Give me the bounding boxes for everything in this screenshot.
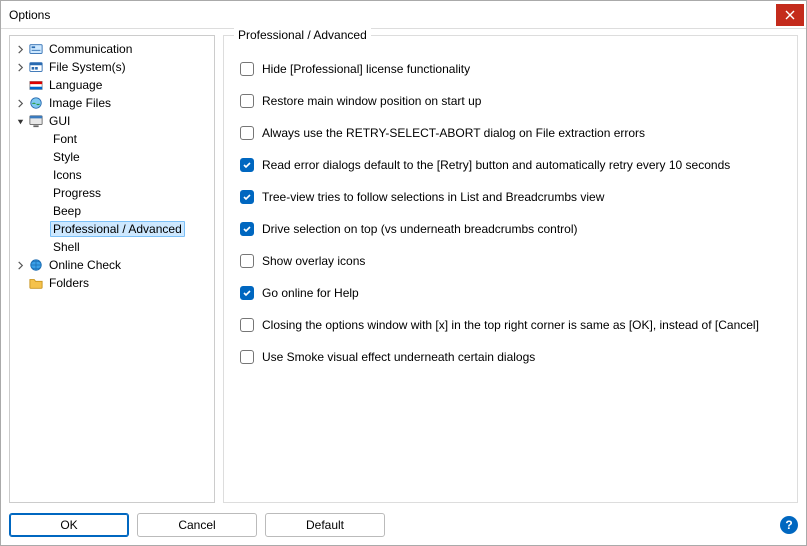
lang-icon xyxy=(28,77,44,93)
tree-item-label: Image Files xyxy=(46,95,114,111)
tree-item-label: Progress xyxy=(50,185,104,201)
close-button[interactable] xyxy=(776,4,804,26)
option-row: Use Smoke visual effect underneath certa… xyxy=(240,350,781,364)
fieldset-legend: Professional / Advanced xyxy=(234,28,371,42)
option-row: Show overlay icons xyxy=(240,254,781,268)
tree-item-shell[interactable]: Shell xyxy=(10,238,214,256)
option-label: Drive selection on top (vs underneath br… xyxy=(262,222,578,236)
comm-icon xyxy=(28,41,44,57)
settings-panel: Professional / Advanced Hide [Profession… xyxy=(223,35,798,503)
option-label: Restore main window position on start up xyxy=(262,94,481,108)
checkbox[interactable] xyxy=(240,158,254,172)
tree-item-label: Shell xyxy=(50,239,83,255)
tree-item-online-check[interactable]: Online Check xyxy=(10,256,214,274)
cancel-button[interactable]: Cancel xyxy=(137,513,257,537)
checkbox[interactable] xyxy=(240,94,254,108)
title-bar: Options xyxy=(1,1,806,29)
checkbox[interactable] xyxy=(240,254,254,268)
imgfiles-icon xyxy=(28,95,44,111)
help-icon[interactable]: ? xyxy=(780,516,798,534)
tree-item-label: Icons xyxy=(50,167,85,183)
chevron-right-icon[interactable] xyxy=(14,61,26,73)
chevron-right-icon[interactable] xyxy=(14,259,26,271)
tree-item-style[interactable]: Style xyxy=(10,148,214,166)
option-row: Go online for Help xyxy=(240,286,781,300)
tree-item-label: Communication xyxy=(46,41,135,57)
option-row: Tree-view tries to follow selections in … xyxy=(240,190,781,204)
checkbox[interactable] xyxy=(240,222,254,236)
tree-item-font[interactable]: Font xyxy=(10,130,214,148)
tree-item-folders[interactable]: Folders xyxy=(10,274,214,292)
tree-item-file-system-s[interactable]: File System(s) xyxy=(10,58,214,76)
tree-item-beep[interactable]: Beep xyxy=(10,202,214,220)
checkbox[interactable] xyxy=(240,62,254,76)
tree-item-label: Beep xyxy=(50,203,84,219)
tree-item-label: Style xyxy=(50,149,83,165)
tree-item-label: Language xyxy=(46,77,105,93)
tree-item-icons[interactable]: Icons xyxy=(10,166,214,184)
checkbox[interactable] xyxy=(240,190,254,204)
tree-item-professional-advanced[interactable]: Professional / Advanced xyxy=(10,220,214,238)
tree-item-label: Folders xyxy=(46,275,92,291)
option-label: Go online for Help xyxy=(262,286,359,300)
check-icon xyxy=(242,288,252,298)
checkbox[interactable] xyxy=(240,126,254,140)
option-label: Hide [Professional] license functionalit… xyxy=(262,62,470,76)
option-row: Closing the options window with [x] in t… xyxy=(240,318,781,332)
check-icon xyxy=(242,224,252,234)
option-row: Drive selection on top (vs underneath br… xyxy=(240,222,781,236)
gui-icon xyxy=(28,113,44,129)
tree-item-language[interactable]: Language xyxy=(10,76,214,94)
option-row: Read error dialogs default to the [Retry… xyxy=(240,158,781,172)
checkbox[interactable] xyxy=(240,286,254,300)
window-title: Options xyxy=(9,8,50,22)
option-label: Use Smoke visual effect underneath certa… xyxy=(262,350,535,364)
checkbox[interactable] xyxy=(240,318,254,332)
option-row: Restore main window position on start up xyxy=(240,94,781,108)
tree-item-gui[interactable]: GUI xyxy=(10,112,214,130)
category-tree[interactable]: Communication File System(s) Language Image… xyxy=(9,35,215,503)
check-icon xyxy=(242,192,252,202)
tree-item-image-files[interactable]: Image Files xyxy=(10,94,214,112)
tree-item-label: Online Check xyxy=(46,257,124,273)
chevron-down-icon[interactable] xyxy=(14,115,26,127)
filesys-icon xyxy=(28,59,44,75)
dialog-footer: OK Cancel Default ? xyxy=(1,507,806,545)
tree-item-label: GUI xyxy=(46,113,73,129)
ok-button[interactable]: OK xyxy=(9,513,129,537)
default-button[interactable]: Default xyxy=(265,513,385,537)
options-list: Hide [Professional] license functionalit… xyxy=(240,62,781,364)
settings-fieldset: Professional / Advanced Hide [Profession… xyxy=(223,35,798,503)
option-label: Read error dialogs default to the [Retry… xyxy=(262,158,730,172)
tree-item-label: Font xyxy=(50,131,80,147)
option-label: Closing the options window with [x] in t… xyxy=(262,318,759,332)
tree-item-label: Professional / Advanced xyxy=(50,221,185,237)
close-icon xyxy=(785,10,795,20)
option-label: Show overlay icons xyxy=(262,254,365,268)
option-label: Always use the RETRY-SELECT-ABORT dialog… xyxy=(262,126,645,140)
tree-item-progress[interactable]: Progress xyxy=(10,184,214,202)
checkbox[interactable] xyxy=(240,350,254,364)
tree-item-communication[interactable]: Communication xyxy=(10,40,214,58)
option-row: Hide [Professional] license functionalit… xyxy=(240,62,781,76)
tree-item-label: File System(s) xyxy=(46,59,129,75)
chevron-right-icon[interactable] xyxy=(14,97,26,109)
option-label: Tree-view tries to follow selections in … xyxy=(262,190,604,204)
folder-icon xyxy=(28,275,44,291)
option-row: Always use the RETRY-SELECT-ABORT dialog… xyxy=(240,126,781,140)
main-area: Communication File System(s) Language Image… xyxy=(1,29,806,507)
chevron-right-icon[interactable] xyxy=(14,43,26,55)
check-icon xyxy=(242,160,252,170)
online-icon xyxy=(28,257,44,273)
